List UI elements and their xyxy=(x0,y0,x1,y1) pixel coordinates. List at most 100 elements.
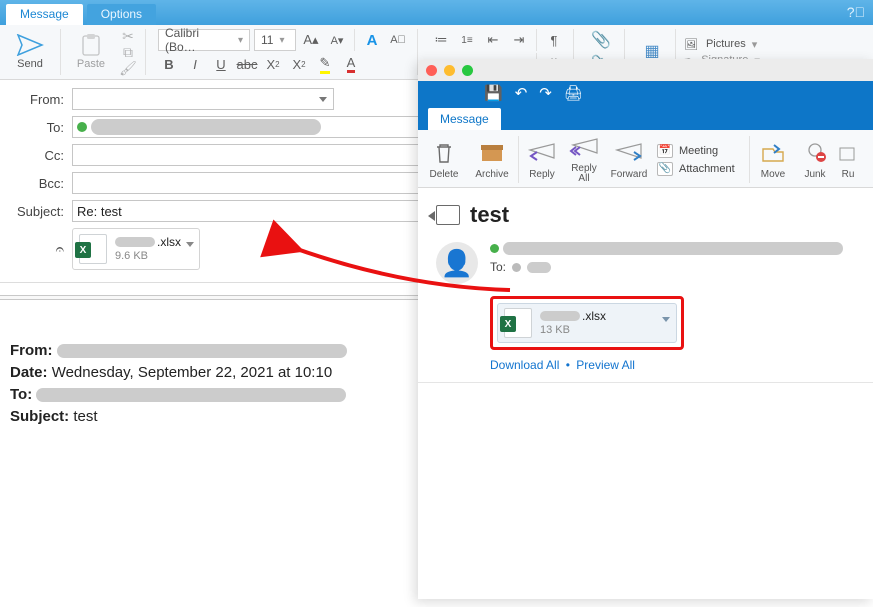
clipboard-icon xyxy=(77,34,105,56)
calendar-icon: 📅 xyxy=(657,144,673,158)
reader-header: test 👤 To: xyxy=(418,188,873,383)
outdent-icon[interactable]: ⇤ xyxy=(482,29,504,51)
copy-icon[interactable]: ⧉ xyxy=(119,45,137,59)
clear-format-icon[interactable]: A⃠ xyxy=(387,29,409,51)
quoted-subject-value: test xyxy=(73,408,97,425)
quoted-to-label: To: xyxy=(10,386,32,403)
trash-icon xyxy=(429,140,459,166)
font-size-value: 11 xyxy=(261,33,273,47)
attachment-button[interactable]: 📎Attachment xyxy=(657,162,747,176)
reader-ribbon: Delete Archive Reply Reply All Forward 📅… xyxy=(418,130,873,188)
quoted-from-label: From: xyxy=(10,342,53,359)
bullets-icon[interactable]: ≔ xyxy=(430,29,452,51)
reader-titlebar[interactable] xyxy=(418,59,873,81)
minimize-traffic-light[interactable] xyxy=(444,65,455,76)
rules-button[interactable]: Ru xyxy=(836,132,860,187)
numbering-icon[interactable]: 1≡ xyxy=(456,29,478,51)
subject-value: Re: test xyxy=(77,204,122,219)
forward-button[interactable]: Forward xyxy=(605,132,653,187)
presence-icon xyxy=(77,122,87,132)
send-button[interactable]: Send xyxy=(8,27,52,77)
bcc-label: Bcc: xyxy=(10,176,64,191)
preview-all-link[interactable]: Preview All xyxy=(576,358,635,372)
send-label: Send xyxy=(17,58,43,70)
bold-button[interactable]: B xyxy=(158,53,180,75)
shrink-font-icon[interactable]: A▾ xyxy=(326,29,348,51)
attachment-card[interactable]: .xlsx 9.6 KB xyxy=(72,228,200,270)
attachment-links: Download All • Preview All xyxy=(490,358,855,372)
pictures-label: Pictures xyxy=(706,38,746,50)
font-size-combo[interactable]: 11▾ xyxy=(254,29,296,51)
junk-button[interactable]: Junk xyxy=(794,132,836,187)
cc-label: Cc: xyxy=(10,148,64,163)
meeting-button[interactable]: 📅Meeting xyxy=(657,144,747,158)
grow-font-icon[interactable]: A▴ xyxy=(300,29,322,51)
reader-attachment-filename: .xlsx xyxy=(540,309,606,323)
compose-titlebar: Message Options ?⃝ xyxy=(0,0,873,25)
move-button[interactable]: Move xyxy=(752,132,794,187)
junk-icon xyxy=(800,140,830,166)
subscript-button[interactable]: X2 xyxy=(262,53,284,75)
quoted-subject-label: Subject: xyxy=(10,408,69,425)
chevron-down-icon[interactable] xyxy=(186,242,194,247)
back-icon[interactable] xyxy=(436,205,460,225)
move-icon xyxy=(758,140,788,166)
styles-icon[interactable]: A xyxy=(361,29,383,51)
title-tab-options[interactable]: Options xyxy=(87,4,156,25)
help-icon[interactable]: ?⃝ xyxy=(847,4,865,20)
attachment-icon: 📎 xyxy=(657,162,673,176)
format-painter-icon[interactable]: 🖌 xyxy=(119,61,137,75)
reply-all-button[interactable]: Reply All xyxy=(563,132,605,187)
attachment-filename: .xlsx xyxy=(115,235,181,249)
paragraph-icon[interactable]: ¶ xyxy=(543,29,565,51)
reader-to-label: To: xyxy=(490,260,506,274)
archive-button[interactable]: Archive xyxy=(468,132,516,187)
reader-attachment-size: 13 KB xyxy=(540,323,606,337)
avatar: 👤 xyxy=(436,242,478,284)
font-name-value: Calibri (Bo… xyxy=(165,26,232,54)
download-all-link[interactable]: Download All xyxy=(490,358,559,372)
reply-button[interactable]: Reply xyxy=(521,132,563,187)
font-name-combo[interactable]: Calibri (Bo…▾ xyxy=(158,29,250,51)
undo-icon[interactable]: ↶ xyxy=(515,84,528,102)
paste-button[interactable]: Paste xyxy=(69,27,113,77)
reader-tab-message[interactable]: Message xyxy=(428,108,501,130)
pictures-button[interactable]: 🖼Pictures ▾ xyxy=(684,38,760,51)
chevron-down-icon[interactable] xyxy=(662,317,670,322)
presence-icon xyxy=(490,244,499,253)
attach-file-icon[interactable]: 📎 xyxy=(586,29,616,51)
forward-icon xyxy=(614,140,644,166)
presence-dim-icon xyxy=(512,263,521,272)
reader-quickbar: 💾 ↶ ↷ 🖨 xyxy=(418,81,873,105)
cut-icon[interactable]: ✂ xyxy=(119,29,137,43)
print-icon[interactable]: 🖨 xyxy=(564,84,583,102)
indent-icon[interactable]: ⇥ xyxy=(508,29,530,51)
redo-icon[interactable]: ↷ xyxy=(539,84,552,102)
paste-label: Paste xyxy=(77,58,105,70)
reply-icon xyxy=(527,140,557,166)
save-icon[interactable]: 💾 xyxy=(484,84,503,102)
send-icon xyxy=(16,34,44,56)
rules-icon xyxy=(833,140,863,166)
from-input[interactable] xyxy=(72,88,334,110)
underline-button[interactable]: U xyxy=(210,53,232,75)
superscript-button[interactable]: X2 xyxy=(288,53,310,75)
picture-icon: 🖼 xyxy=(684,38,698,51)
quoted-date-label: Date: xyxy=(10,364,48,381)
highlight-button[interactable]: ✎ xyxy=(314,53,336,75)
title-tab-message[interactable]: Message xyxy=(6,4,83,25)
delete-button[interactable]: Delete xyxy=(420,132,468,187)
close-traffic-light[interactable] xyxy=(426,65,437,76)
reader-tabbar: Message xyxy=(418,105,873,130)
excel-icon xyxy=(504,308,532,338)
zoom-traffic-light[interactable] xyxy=(462,65,473,76)
strike-button[interactable]: abc xyxy=(236,53,258,75)
font-color-button[interactable]: A xyxy=(340,53,362,75)
highlight-box: .xlsx 13 KB xyxy=(490,296,684,350)
subject-label: Subject: xyxy=(10,204,64,219)
reader-attachment-card[interactable]: .xlsx 13 KB xyxy=(497,303,677,343)
reader-window: 💾 ↶ ↷ 🖨 Message Delete Archive Reply xyxy=(418,59,873,599)
attachments-icon: 𝄐 xyxy=(10,241,64,258)
italic-button[interactable]: I xyxy=(184,53,206,75)
attachment-size: 9.6 KB xyxy=(115,249,181,263)
